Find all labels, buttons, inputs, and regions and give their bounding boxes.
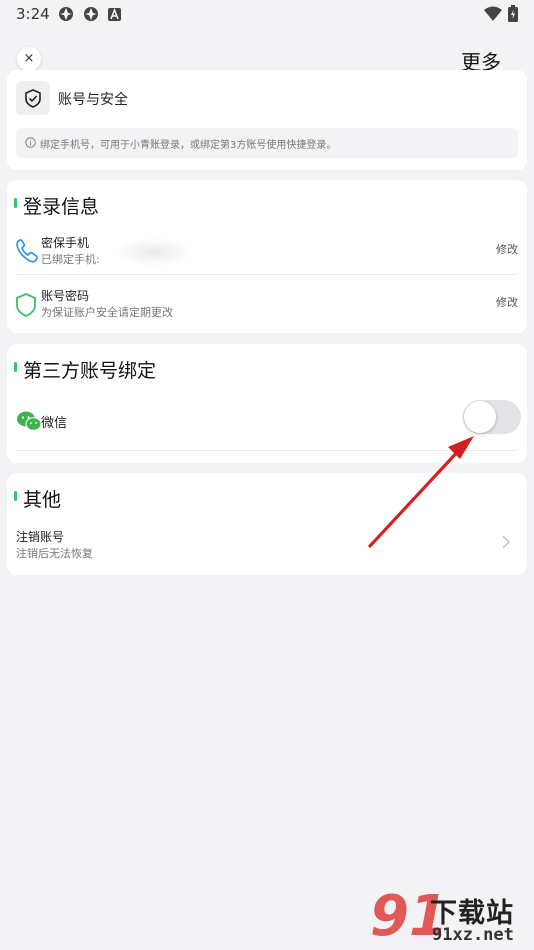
notice-box: 绑定手机号，可用于小青账登录，或绑定第3方账号使用快捷登录。 (16, 128, 518, 158)
close-button[interactable]: × (17, 47, 41, 71)
divider (16, 450, 518, 451)
phone-subtitle: 已绑定手机: (41, 253, 100, 266)
shield-check-icon (16, 81, 50, 115)
chevron-right-icon (502, 535, 511, 549)
shield-icon (16, 293, 36, 317)
third-party-card: 第三方账号绑定 微信 (7, 344, 527, 463)
login-info-card: 登录信息 密保手机 已绑定手机: 修改 账号密码 为保证账户安全请定期更改 修改 (7, 180, 527, 333)
heading-accent-bar (14, 198, 17, 208)
info-icon (25, 137, 36, 148)
phone-icon (16, 239, 38, 263)
status-bar: 3:24 (0, 0, 534, 28)
masked-phone-number (115, 238, 193, 266)
font-app-icon (108, 8, 121, 21)
wechat-label: 微信 (41, 416, 68, 431)
password-title: 账号密码 (41, 289, 90, 303)
cancel-account-title: 注销账号 (16, 530, 65, 544)
password-subtitle: 为保证账户安全请定期更改 (41, 306, 173, 319)
toggle-knob (464, 401, 496, 433)
watermark-url: 91xz.net (432, 925, 514, 945)
notice-text: 绑定手机号，可用于小青账登录，或绑定第3方账号使用快捷登录。 (40, 140, 337, 151)
other-heading: 其他 (14, 485, 61, 512)
account-security-card: 账号与安全 绑定手机号，可用于小青账登录，或绑定第3方账号使用快捷登录。 (7, 70, 527, 170)
heading-accent-bar (14, 491, 17, 501)
phone-title: 密保手机 (41, 236, 90, 250)
password-modify-link[interactable]: 修改 (496, 294, 518, 310)
login-info-heading: 登录信息 (14, 192, 99, 219)
wechat-icon (17, 411, 42, 431)
cancel-account-subtitle: 注销后无法恢复 (16, 547, 93, 560)
heading-accent-bar (14, 362, 17, 372)
account-security-title: 账号与安全 (58, 92, 128, 108)
site-watermark: 91 下载站 91xz.net (368, 887, 534, 950)
divider (16, 274, 518, 275)
status-time: 3:24 (16, 5, 50, 23)
third-party-heading: 第三方账号绑定 (14, 356, 156, 383)
phone-modify-link[interactable]: 修改 (496, 241, 518, 257)
wifi-icon (484, 6, 502, 21)
wechat-bind-toggle[interactable] (463, 400, 521, 434)
other-card: 其他 注销账号 注销后无法恢复 (7, 473, 527, 575)
app-notification-icon (84, 7, 98, 21)
battery-icon (508, 5, 518, 22)
app-notification-icon (59, 7, 73, 21)
